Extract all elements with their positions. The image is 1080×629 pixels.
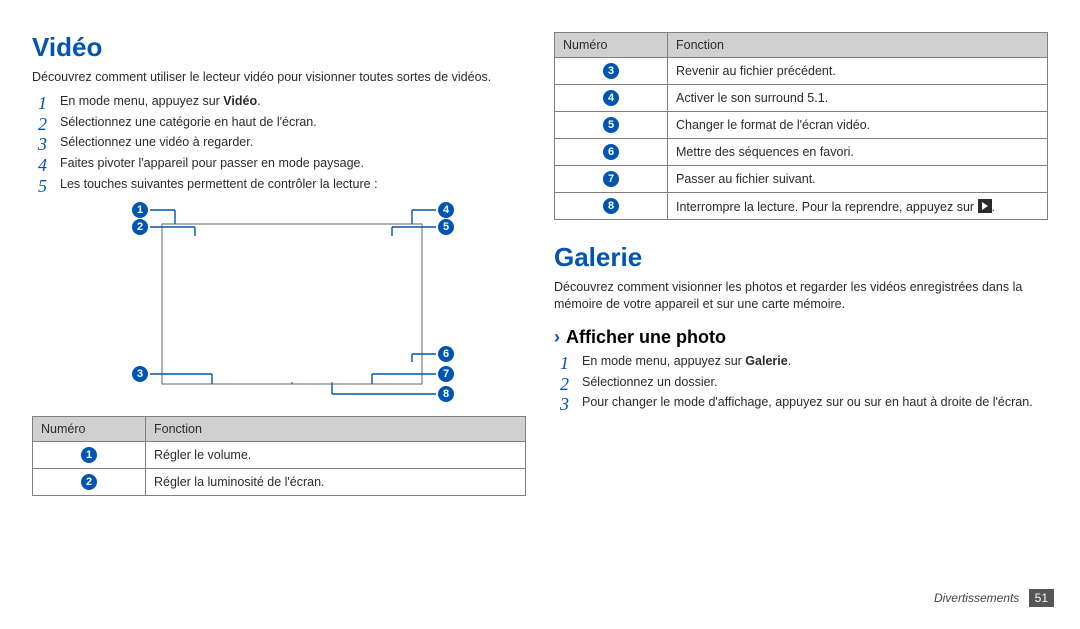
table-header-num: Numéro (33, 416, 146, 441)
row-badge: 7 (603, 171, 619, 187)
step-text: Sélectionnez un dossier. (582, 375, 718, 389)
steps-galerie: En mode menu, appuyez sur Galerie. Sélec… (560, 352, 1048, 412)
row-func: Passer au fichier suivant. (668, 166, 1048, 193)
step-bold: Vidéo (223, 94, 257, 108)
step-text: Faites pivoter l'appareil pour passer en… (60, 156, 364, 170)
step-text: Pour changer le mode d'affichage, appuye… (582, 395, 1033, 409)
table-row: 3 Revenir au fichier précédent. (555, 58, 1048, 85)
table-header-func: Fonction (668, 33, 1048, 58)
sub-title-afficher-photo: › Afficher une photo (554, 327, 1048, 348)
row-func: Revenir au fichier précédent. (668, 58, 1048, 85)
footer-page: 51 (1029, 589, 1054, 607)
callout-1-icon: 1 (132, 202, 148, 218)
row-func: Changer le format de l'écran vidéo. (668, 112, 1048, 139)
row-func: Régler la luminosité de l'écran. (146, 468, 526, 495)
callout-4-icon: 4 (438, 202, 454, 218)
table-row: 2 Régler la luminosité de l'écran. (33, 468, 526, 495)
row-func: Mettre des séquences en favori. (668, 139, 1048, 166)
function-table-left: Numéro Fonction 1 Régler le volume. 2 Ré… (32, 416, 526, 496)
callout-3-icon: 3 (132, 366, 148, 382)
table-header-num: Numéro (555, 33, 668, 58)
intro-video: Découvrez comment utiliser le lecteur vi… (32, 69, 526, 86)
row-badge: 8 (603, 198, 619, 214)
table-row: 8 Interrompre la lecture. Pour la repren… (555, 193, 1048, 220)
step-text: Sélectionnez une vidéo à regarder. (60, 135, 253, 149)
page-footer: Divertissements 51 (0, 589, 1080, 619)
row-func: Activer le son surround 5.1. (668, 85, 1048, 112)
chevron-right-icon: › (554, 327, 560, 348)
steps-video: En mode menu, appuyez sur Vidéo. Sélecti… (38, 92, 526, 194)
play-icon (978, 199, 992, 213)
row-func: Interrompre la lecture. Pour la reprendr… (668, 193, 1048, 220)
row-badge: 3 (603, 63, 619, 79)
section-title-video: Vidéo (32, 32, 526, 63)
callout-7-icon: 7 (438, 366, 454, 382)
table-row: 1 Régler le volume. (33, 441, 526, 468)
callout-2-icon: 2 (132, 219, 148, 235)
step-text: En mode menu, appuyez sur (60, 94, 223, 108)
table-header-func: Fonction (146, 416, 526, 441)
function-table-right: Numéro Fonction 3 Revenir au fichier pré… (554, 32, 1048, 220)
callout-8-icon: 8 (438, 386, 454, 402)
row-badge: 6 (603, 144, 619, 160)
table-row: 7 Passer au fichier suivant. (555, 166, 1048, 193)
row-badge: 4 (603, 90, 619, 106)
step-text: Sélectionnez une catégorie en haut de l'… (60, 115, 317, 129)
row-badge: 5 (603, 117, 619, 133)
section-title-galerie: Galerie (554, 242, 1048, 273)
footer-section: Divertissements (934, 591, 1019, 605)
row-badge: 1 (81, 447, 97, 463)
row-badge: 2 (81, 474, 97, 490)
callout-6-icon: 6 (438, 346, 454, 362)
table-row: 5 Changer le format de l'écran vidéo. (555, 112, 1048, 139)
intro-galerie: Découvrez comment visionner les photos e… (554, 279, 1048, 313)
step-text: Les touches suivantes permettent de cont… (60, 177, 378, 191)
row-func: Régler le volume. (146, 441, 526, 468)
table-row: 4 Activer le son surround 5.1. (555, 85, 1048, 112)
step-text: En mode menu, appuyez sur (582, 354, 745, 368)
video-player-diagram: 1 2 3 4 5 6 7 8 (32, 206, 526, 406)
table-row: 6 Mettre des séquences en favori. (555, 139, 1048, 166)
step-bold: Galerie (745, 354, 787, 368)
callout-5-icon: 5 (438, 219, 454, 235)
